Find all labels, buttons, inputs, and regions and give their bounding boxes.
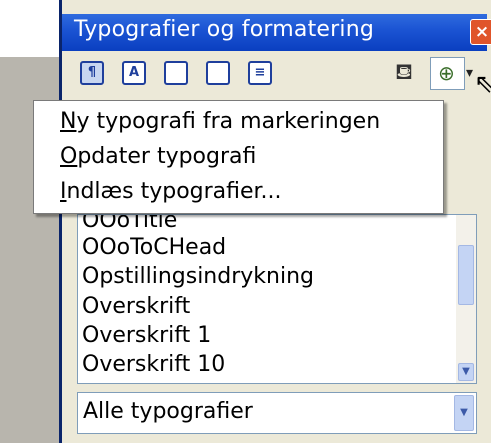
scroll-down-button[interactable]: ▼ [458, 363, 474, 381]
paragraph-icon: ¶ [87, 65, 97, 80]
style-list[interactable]: OOoTitle OOoToCHead Opstillingsindryknin… [77, 214, 477, 384]
scroll-thumb[interactable] [458, 245, 474, 305]
paragraph-styles-button[interactable]: ¶ [80, 61, 104, 85]
list-styles-button[interactable]: ≡ [248, 61, 272, 85]
mouse-cursor-icon: ⇖ [474, 69, 491, 99]
fill-format-icon[interactable]: ⛾ [395, 60, 413, 88]
new-style-menu: Ny typografi fra markeringen Opdater typ… [33, 100, 444, 214]
character-icon: A [128, 65, 140, 80]
chevron-down-icon[interactable]: ▼ [454, 395, 474, 431]
list-item[interactable]: Opstillingsindrykning [82, 261, 314, 292]
style-filter-value: Alle typografier [83, 399, 253, 424]
style-filter-select[interactable]: Alle typografier ▼ [77, 392, 477, 434]
close-button[interactable]: × [470, 19, 491, 45]
chevron-down-icon[interactable]: ▾ [466, 65, 473, 81]
menu-item-new-style-from-selection[interactable]: Ny typografi fra markeringen [60, 107, 380, 137]
window-title: Typografier og formatering [74, 17, 374, 42]
list-icon: ≡ [254, 65, 266, 80]
menu-item-load-styles[interactable]: Indlæs typografier... [60, 177, 282, 207]
frame-styles-button[interactable] [164, 61, 188, 85]
list-scrollbar[interactable]: ▼ [456, 215, 476, 383]
character-styles-button[interactable]: A [122, 61, 146, 85]
close-icon: × [474, 22, 490, 42]
menu-item-update-style[interactable]: Opdater typografi [60, 142, 256, 172]
new-style-button[interactable]: ⊕ [430, 57, 465, 90]
page-styles-button[interactable] [206, 61, 230, 85]
list-item[interactable]: Overskrift 10 [82, 349, 225, 380]
list-item[interactable]: Overskrift [82, 291, 190, 322]
list-item[interactable]: OOoToCHead [82, 232, 226, 263]
list-item[interactable]: Overskrift 1 [82, 320, 211, 351]
title-bar[interactable]: Typografier og formatering × [62, 14, 491, 51]
toolbar: ¶ A ≡ ⛾ ⊕ ▾ ⇖ [62, 51, 491, 99]
new-style-icon: ⊕ [438, 61, 455, 85]
